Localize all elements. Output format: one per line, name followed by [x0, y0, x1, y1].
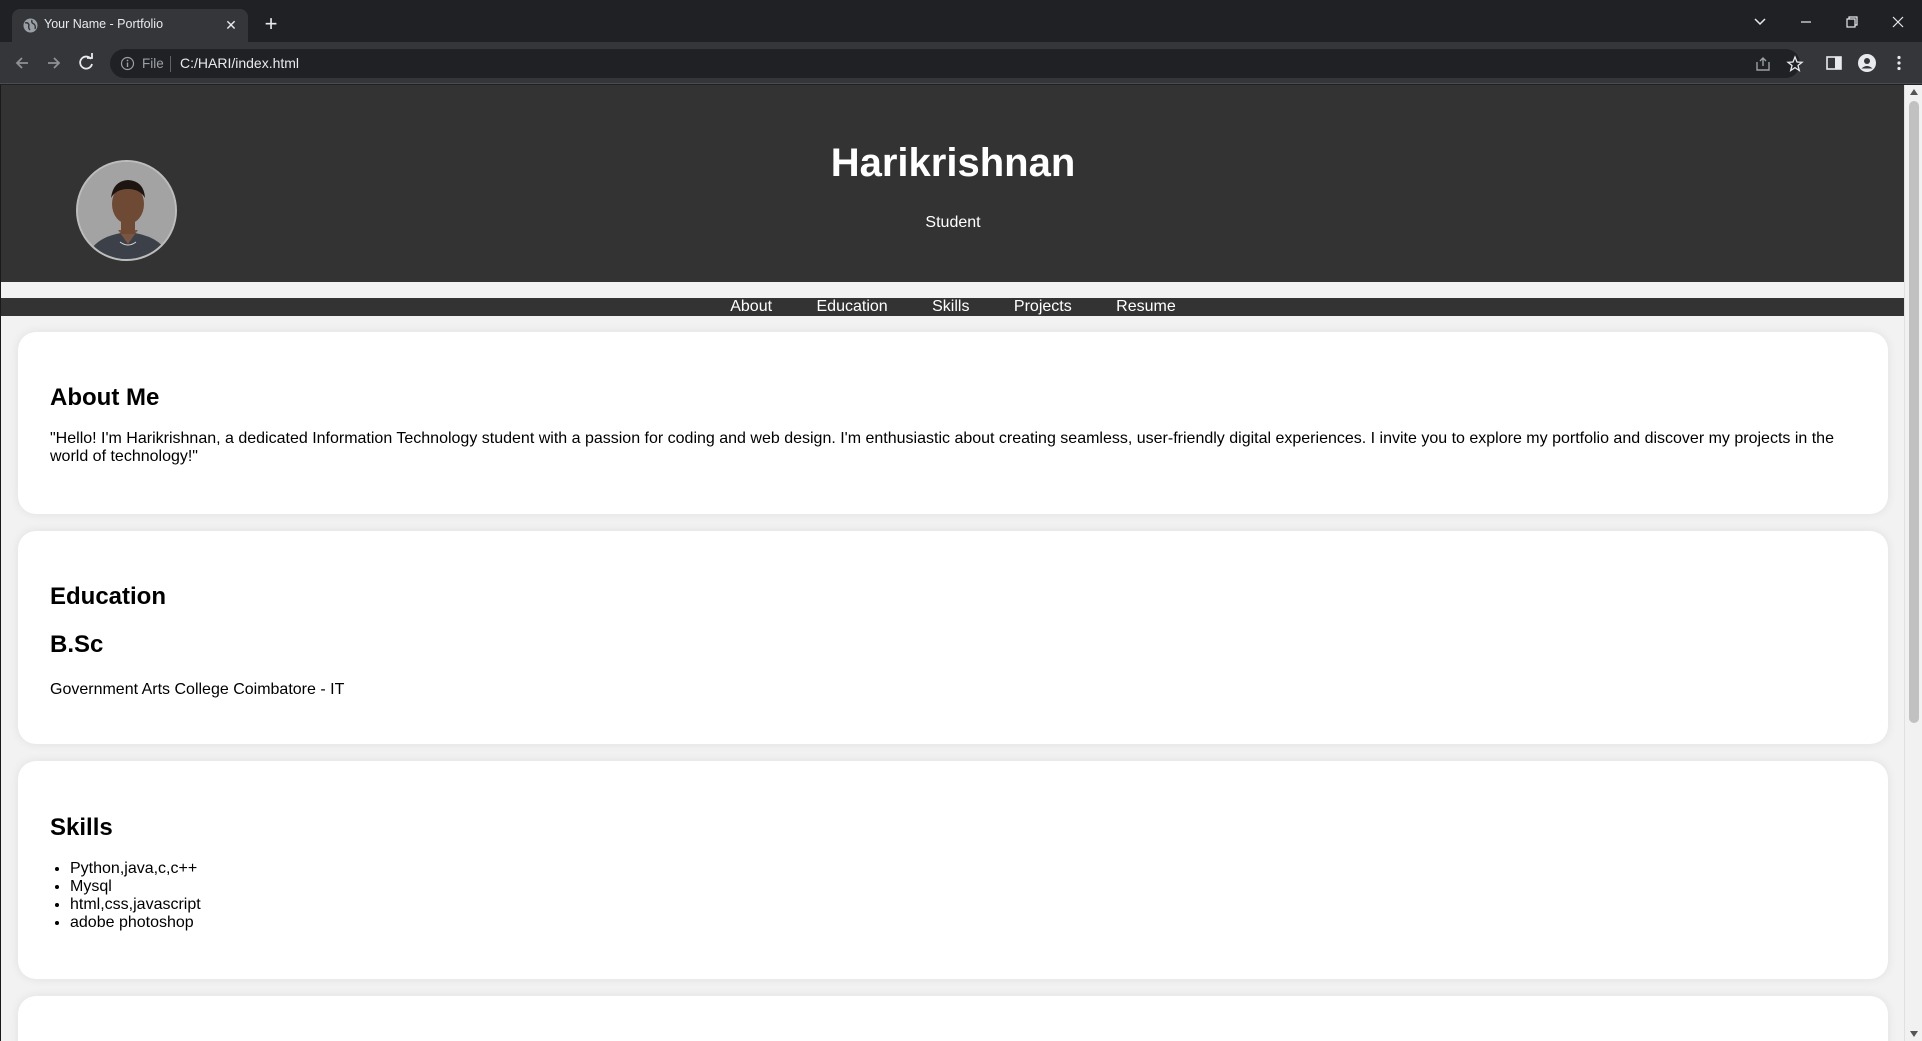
nav-link-about[interactable]: About [730, 298, 772, 316]
reload-icon[interactable] [74, 51, 98, 75]
education-heading: Education [50, 583, 167, 610]
address-bar[interactable]: File C:/HARI/index.html [110, 49, 1804, 78]
about-text: "Hello! I'm Harikrishnan, a dedicated In… [50, 430, 1834, 465]
skill-item: Python,java,c,c++ [70, 860, 1856, 878]
education-degree: B.Sc [50, 631, 104, 658]
profile-icon[interactable] [1857, 53, 1877, 73]
bookmark-star-icon[interactable] [1786, 55, 1804, 73]
restore-button[interactable] [1840, 10, 1864, 34]
skill-item: Mysql [70, 878, 1856, 896]
projects-section-partial [18, 996, 1888, 1041]
about-heading: About Me [50, 384, 160, 411]
site-owner-role: Student [925, 214, 981, 231]
site-owner-name: Harikrishnan [830, 141, 1076, 185]
scroll-up-arrow-icon[interactable] [1910, 89, 1918, 95]
nav-link-projects[interactable]: Projects [1014, 298, 1072, 316]
info-icon[interactable] [120, 56, 135, 71]
nav-link-resume[interactable]: Resume [1116, 298, 1176, 316]
skill-item: adobe photoshop [70, 914, 1856, 932]
tab-title: Your Name - Portfolio [44, 17, 164, 31]
portfolio-page: Harikrishnan Student About Education Ski… [1, 85, 1905, 1041]
new-tab-button[interactable]: + [258, 12, 284, 38]
minimize-button[interactable] [1794, 10, 1818, 34]
address-separator [170, 56, 171, 72]
education-section: Education B.Sc Government Arts College C… [18, 531, 1888, 744]
url-text[interactable]: C:/HARI/index.html [180, 55, 299, 71]
browser-toolbar: File C:/HARI/index.html [0, 42, 1922, 84]
nav-link-education[interactable]: Education [817, 298, 888, 316]
site-header: Harikrishnan Student [1, 85, 1905, 282]
scroll-down-arrow-icon[interactable] [1910, 1031, 1918, 1037]
skill-item: html,css,javascript [70, 896, 1856, 914]
back-arrow-icon[interactable] [10, 51, 34, 75]
browser-tab[interactable]: Your Name - Portfolio ✕ [12, 9, 248, 42]
browser-titlebar: Your Name - Portfolio ✕ + [0, 0, 1922, 42]
about-section: About Me "Hello! I'm Harikrishnan, a ded… [18, 332, 1888, 514]
skills-list: Python,java,c,c++ Mysql html,css,javascr… [50, 860, 1856, 932]
page-scrollbar[interactable] [1904, 85, 1922, 1041]
skills-section: Skills Python,java,c,c++ Mysql html,css,… [18, 761, 1888, 979]
menu-kebab-icon[interactable] [1889, 53, 1909, 73]
scroll-thumb[interactable] [1909, 101, 1919, 723]
globe-icon [22, 17, 39, 34]
site-nav: About Education Skills Projects Resume [1, 298, 1905, 316]
education-institution: Government Arts College Coimbatore - IT [50, 681, 345, 698]
close-window-button[interactable] [1886, 10, 1910, 34]
tab-search-icon[interactable] [1748, 10, 1772, 34]
share-icon[interactable] [1754, 55, 1772, 73]
nav-link-skills[interactable]: Skills [932, 298, 969, 316]
page-viewport: Harikrishnan Student About Education Ski… [0, 85, 1922, 1041]
forward-arrow-icon[interactable] [42, 51, 66, 75]
file-scheme-label: File [142, 56, 164, 71]
skills-heading: Skills [50, 814, 113, 841]
close-tab-icon[interactable]: ✕ [222, 16, 240, 34]
side-panel-icon[interactable] [1824, 53, 1844, 73]
